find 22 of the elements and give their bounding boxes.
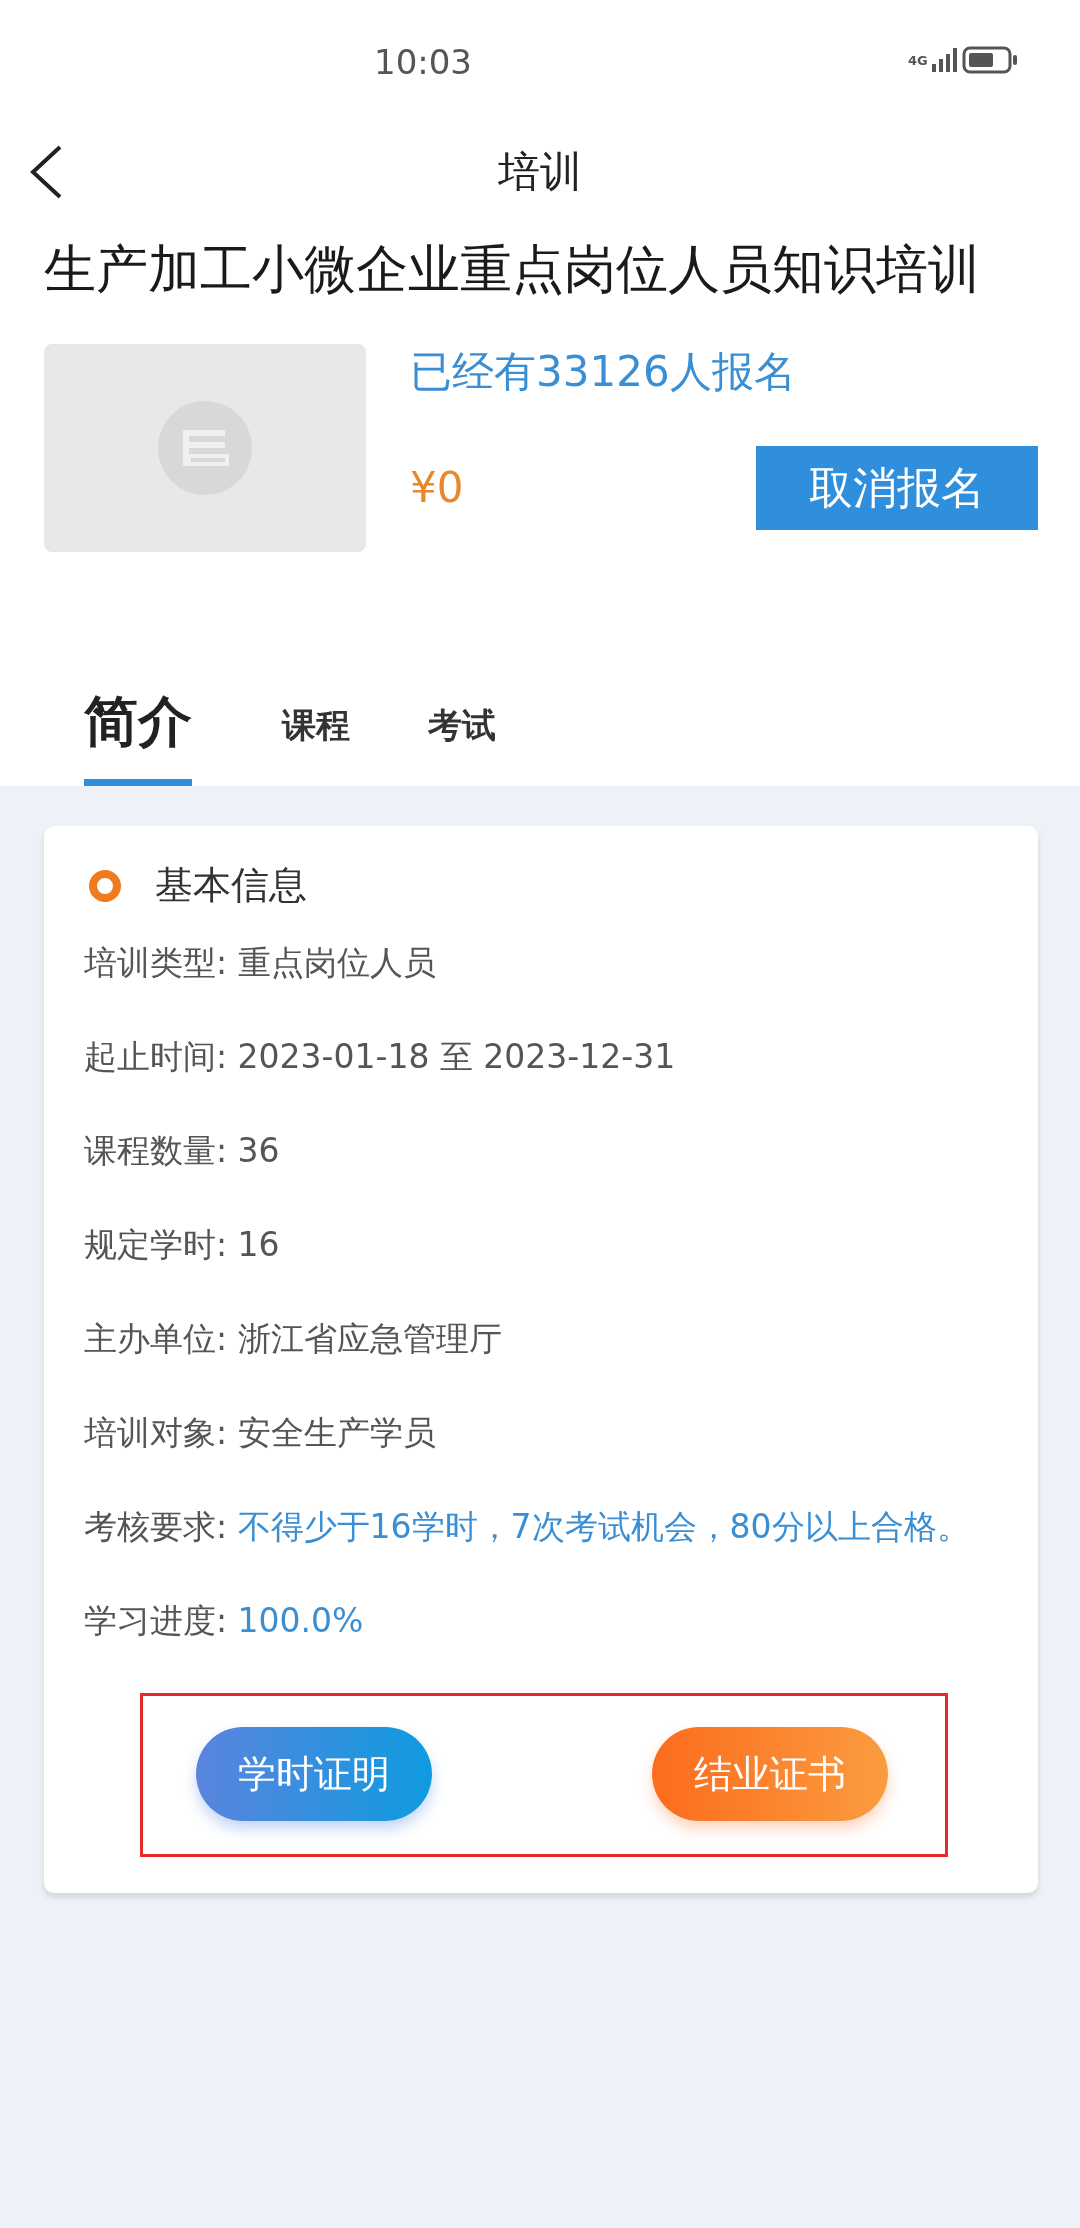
- back-icon[interactable]: [28, 144, 64, 200]
- network-type: 4G: [908, 53, 928, 67]
- tab[interactable]: 课程: [282, 703, 350, 786]
- ring-icon: [89, 869, 121, 902]
- enrollment-count: 已经有33126人报名: [410, 346, 796, 398]
- battery-icon: [962, 46, 1018, 74]
- course-title: 生产加工小微企业重点岗位人员知识培训: [44, 238, 981, 301]
- section-heading: 基本信息: [155, 862, 307, 909]
- signal-icon: [932, 48, 958, 72]
- tab[interactable]: 考试: [428, 703, 496, 786]
- info-row-text: 培训对象: 安全生产学员: [84, 1412, 437, 1454]
- page-title: 培训: [498, 146, 582, 198]
- document-icon: [157, 400, 253, 496]
- info-row-text: 规定学时: 16: [84, 1224, 281, 1266]
- info-row-text: 培训类型: 重点岗位人员: [84, 942, 437, 984]
- status-time: 10:03: [374, 42, 472, 82]
- price: ¥0: [410, 463, 464, 512]
- info-row-text: 起止时间: 2023-01-18 至 2023-12-31: [84, 1036, 677, 1078]
- info-row-text: 主办单位: 浙江省应急管理厅: [84, 1318, 503, 1360]
- info-row-text: 考核要求: 不得少于16学时，7次考试机会，80分以上合格。: [84, 1506, 971, 1548]
- info-row-text: 学习进度: 100.0%: [84, 1600, 365, 1642]
- info-row-text: 课程数量: 36: [84, 1130, 281, 1172]
